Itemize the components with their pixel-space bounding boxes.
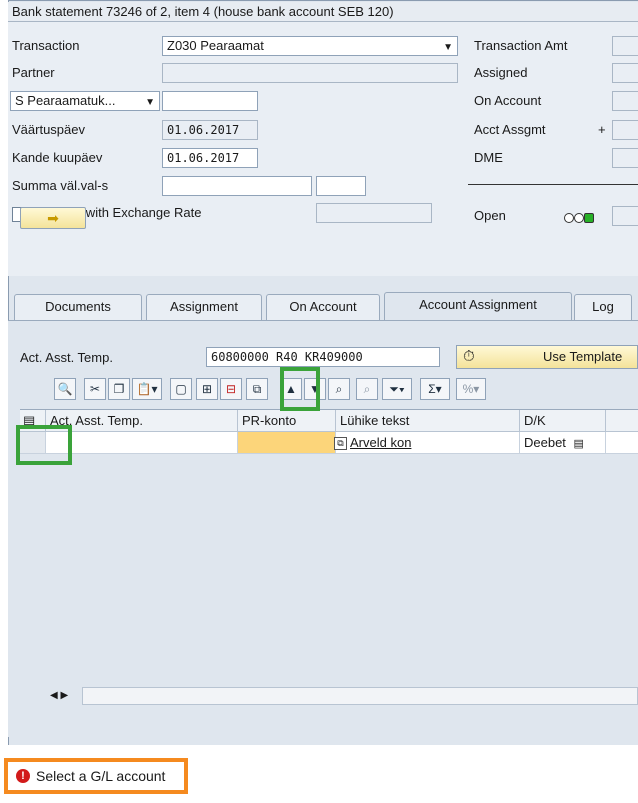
find-next-icon[interactable]: ⌕ bbox=[356, 378, 378, 400]
account-assignment-table: ▤ Act. Asst. Temp. PR-konto Lühike tekst… bbox=[20, 409, 638, 710]
transaction-select[interactable]: Z030 Pearaamat ▼ bbox=[162, 36, 458, 56]
subtotal-icon[interactable]: %▾ bbox=[456, 378, 486, 400]
cell-extra bbox=[606, 432, 638, 454]
kande-kuupaev-label: Kande kuupäev bbox=[12, 150, 103, 165]
header-panel: Transaction Z030 Pearaamat ▼ Partner S P… bbox=[8, 22, 638, 276]
text-value: Arveld kon bbox=[350, 435, 412, 450]
dk-value: Deebet bbox=[524, 435, 566, 450]
highlight-delete-row bbox=[280, 367, 320, 411]
use-template-label: Use Template bbox=[543, 349, 623, 364]
col-pr-konto[interactable]: PR-konto bbox=[238, 410, 336, 432]
cell-act-asst-temp[interactable] bbox=[46, 432, 238, 454]
tab-log[interactable]: Log bbox=[574, 294, 632, 320]
copy-row-icon[interactable]: ⧉ bbox=[246, 378, 268, 400]
col-luhike-tekst[interactable]: Lühike tekst bbox=[336, 410, 520, 432]
partner-label: Partner bbox=[12, 65, 55, 80]
details-icon[interactable]: 🔍 bbox=[54, 378, 76, 400]
assigned-field bbox=[612, 63, 638, 83]
col-dk[interactable]: D/K bbox=[520, 410, 606, 432]
transaction-value: Z030 Pearaamat bbox=[167, 38, 264, 53]
find-icon[interactable]: ⌕ bbox=[328, 378, 350, 400]
open-field bbox=[612, 206, 638, 226]
tab-documents[interactable]: Documents bbox=[14, 294, 142, 320]
partner-type-select[interactable]: S Pearaamatuk... ▼ bbox=[10, 91, 160, 111]
execute-button[interactable]: ➡ bbox=[20, 207, 86, 229]
partner-account-input[interactable] bbox=[162, 91, 258, 111]
filter-icon[interactable]: ⏷▾ bbox=[382, 378, 412, 400]
status-message: Select a G/L account bbox=[36, 768, 166, 784]
tab-on-account[interactable]: On Account bbox=[266, 294, 380, 320]
status-lights-icon bbox=[564, 211, 594, 226]
transaction-amt-label: Transaction Amt bbox=[474, 38, 568, 53]
cell-luhike-tekst[interactable]: ⧉ Arveld kon bbox=[334, 432, 520, 454]
highlight-row-selector bbox=[16, 425, 72, 465]
vaartuspaev-field[interactable]: 01.06.2017 bbox=[162, 120, 258, 140]
panel-title: Bank statement 73246 of 2, item 4 (house… bbox=[8, 2, 638, 22]
delete-row-icon[interactable]: ⊟ bbox=[220, 378, 242, 400]
error-icon: ! bbox=[16, 769, 30, 783]
horizontal-scrollbar[interactable] bbox=[82, 687, 638, 705]
tab-strip: Documents Assignment On Account Account … bbox=[8, 292, 638, 320]
insert-row-icon[interactable]: ⊞ bbox=[196, 378, 218, 400]
open-label: Open bbox=[474, 208, 506, 223]
paste-icon[interactable]: 📋▾ bbox=[132, 378, 162, 400]
acct-assgmt-field bbox=[612, 120, 638, 140]
clock-icon: ⏱ bbox=[463, 348, 475, 365]
assigned-label: Assigned bbox=[474, 65, 528, 80]
currency-input[interactable] bbox=[316, 176, 366, 196]
act-asst-temp-input[interactable]: 60800000 R40 KR409000 bbox=[206, 347, 440, 367]
totals-divider bbox=[468, 184, 638, 185]
kande-kuupaev-input[interactable]: 01.06.2017 bbox=[162, 148, 258, 168]
dropdown-arrow-icon: ▼ bbox=[145, 97, 155, 108]
dme-label: DME bbox=[474, 150, 503, 165]
partner-field[interactable] bbox=[162, 63, 458, 83]
use-template-button[interactable]: ⏱ Use Template bbox=[456, 345, 638, 369]
acct-assgmt-sign: + bbox=[598, 122, 606, 137]
exchange-rate-field[interactable] bbox=[316, 203, 432, 223]
sum-icon[interactable]: Σ▾ bbox=[420, 378, 450, 400]
act-asst-temp-label: Act. Asst. Temp. bbox=[20, 350, 113, 365]
col-extra bbox=[606, 410, 638, 432]
dme-field bbox=[612, 148, 638, 168]
status-bar: ! Select a G/L account bbox=[4, 758, 188, 794]
dropdown-list-icon: ▤ bbox=[573, 438, 584, 450]
summa-label: Summa väl.val-s bbox=[12, 178, 109, 193]
col-act-asst-temp[interactable]: Act. Asst. Temp. bbox=[46, 410, 238, 432]
scroll-left-right-icon[interactable]: ◀ ▶ bbox=[44, 688, 78, 704]
on-account-field bbox=[612, 91, 638, 111]
summa-input[interactable] bbox=[162, 176, 312, 196]
f4-help-icon[interactable]: ⧉ bbox=[334, 437, 347, 450]
cut-icon[interactable]: ✂ bbox=[84, 378, 106, 400]
new-row-icon[interactable]: ▢ bbox=[170, 378, 192, 400]
acct-assgmt-label: Acct Assgmt bbox=[474, 122, 546, 137]
transaction-label: Transaction bbox=[12, 38, 80, 53]
cell-pr-konto[interactable] bbox=[238, 432, 336, 454]
vaartuspaev-label: Väärtuspäev bbox=[12, 122, 85, 137]
copy-icon[interactable]: ❐ bbox=[108, 378, 130, 400]
partner-type-value: S Pearaamatuk... bbox=[15, 93, 116, 108]
transaction-amt-field bbox=[612, 36, 638, 56]
cell-dk[interactable]: Deebet ▤ bbox=[520, 432, 606, 454]
tab-account-assignment[interactable]: Account Assignment bbox=[384, 292, 572, 320]
dropdown-arrow-icon: ▼ bbox=[443, 42, 453, 53]
tab-assignment[interactable]: Assignment bbox=[146, 294, 262, 320]
on-account-label: On Account bbox=[474, 93, 542, 108]
arrow-right-icon: ➡ bbox=[47, 210, 59, 226]
